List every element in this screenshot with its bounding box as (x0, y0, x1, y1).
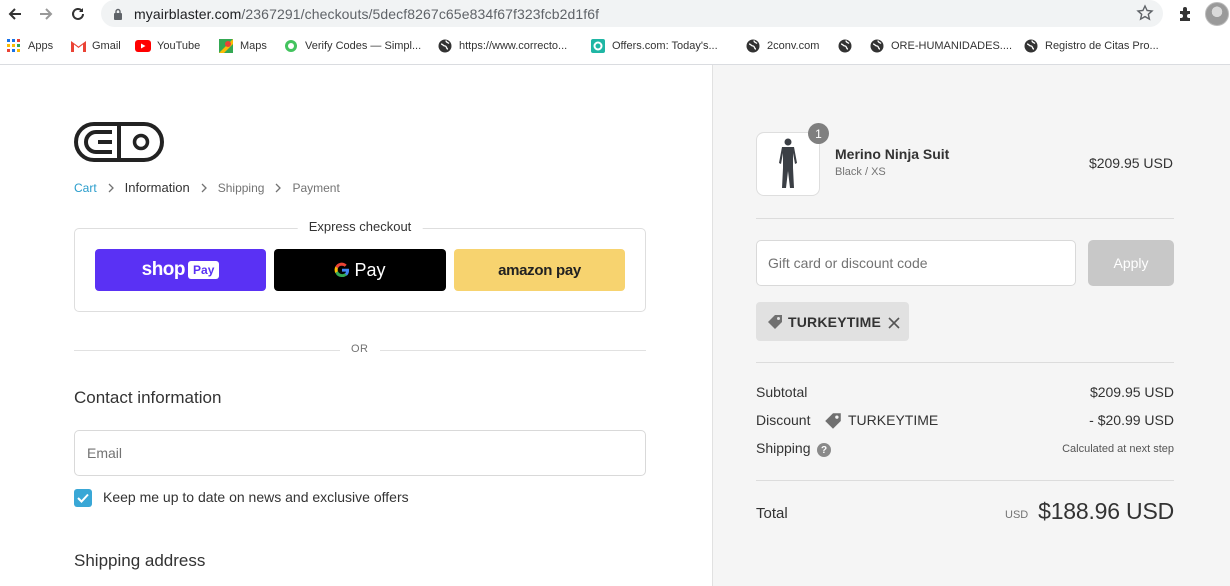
applied-discount-code: TURKEYTIME (788, 313, 881, 330)
shop-pay-logo-text: shop (141, 259, 186, 280)
globe-icon (1023, 38, 1039, 54)
globe-icon (745, 38, 761, 54)
discount-code-input[interactable] (756, 240, 1076, 286)
lock-icon[interactable] (113, 8, 123, 20)
bookmarks-bar: Apps Gmail YouTube Maps Verify Codes — S… (0, 32, 1230, 60)
chevron-right-icon (201, 183, 207, 193)
chevron-right-icon (275, 183, 282, 193)
bookmark-label: https://www.correcto... (459, 40, 568, 52)
bookmark-label: Verify Codes — Simpl... (305, 40, 422, 52)
bookmark-unnamed[interactable] (837, 37, 859, 55)
google-pay-label: Pay (354, 259, 386, 280)
total-currency: USD (1005, 509, 1029, 521)
subtotal-label: Subtotal (756, 384, 808, 400)
or-divider-text: OR (351, 343, 369, 355)
shop-pay-badge: Pay (188, 261, 220, 279)
or-divider-left (74, 350, 340, 351)
product-variant: Black / XS (835, 166, 886, 178)
url-text: myairblaster.com/2367291/checkouts/5decf… (134, 5, 600, 22)
shipping-label: Shipping (756, 440, 811, 456)
amazon-pay-button[interactable]: amazon pay (454, 249, 625, 291)
gmail-icon (70, 38, 86, 54)
email-field[interactable] (74, 430, 646, 476)
chevron-right-icon (108, 183, 114, 193)
amazon-pay-logo-text: amazon pay (498, 261, 581, 279)
shipping-value: Calculated at next step (1062, 443, 1174, 455)
bookmark-registro-citas[interactable]: Registro de Citas Pro... (1023, 37, 1159, 55)
discount-label: Discount (756, 412, 811, 428)
bookmark-correcto[interactable]: https://www.correcto... (437, 37, 567, 55)
shipping-help-icon[interactable]: ? (817, 443, 831, 457)
bookmark-label: Apps (28, 40, 54, 52)
breadcrumb: Cart Information Shipping Payment (74, 180, 340, 195)
profile-avatar[interactable] (1205, 2, 1229, 26)
shop-pay-button[interactable]: shop Pay (95, 249, 266, 291)
product-thumbnail (756, 132, 820, 196)
quantity-badge: 1 (808, 123, 829, 144)
marketing-checkbox-label[interactable]: Keep me up to date on news and exclusive… (103, 489, 409, 505)
express-checkout-title: Express checkout (297, 219, 423, 234)
bookmark-ore-humanidades[interactable]: ORE-HUMANIDADES.... (869, 37, 1012, 55)
bookmark-label: YouTube (157, 40, 201, 52)
product-price: $209.95 USD (1088, 155, 1173, 171)
breadcrumb-information: Information (124, 180, 190, 195)
offers-icon (590, 38, 606, 54)
summary-divider (756, 480, 1174, 481)
apply-discount-button[interactable]: Apply (1088, 240, 1174, 286)
discount-value: - $20.99 USD (1089, 412, 1174, 428)
total-amount: $188.96 USD (1038, 498, 1174, 524)
subtotal-value: $209.95 USD (1089, 384, 1174, 400)
bookmark-gmail[interactable]: Gmail (70, 37, 121, 55)
shipping-address-title: Shipping address (74, 551, 206, 570)
globe-icon (869, 38, 885, 54)
breadcrumb-cart[interactable]: Cart (74, 181, 97, 195)
bookmark-label: Maps (240, 40, 267, 52)
extensions-puzzle-icon[interactable] (1176, 4, 1196, 24)
google-pay-button[interactable]: Pay (274, 249, 446, 291)
apps-grid-icon (6, 38, 22, 54)
product-name: Merino Ninja Suit (835, 146, 950, 162)
bookmark-label: ORE-HUMANIDADES.... (891, 40, 1013, 52)
checkmark-icon (77, 493, 89, 503)
bookmark-verify-codes[interactable]: Verify Codes — Simpl... (283, 37, 421, 55)
bookmark-maps[interactable]: Maps (218, 37, 267, 55)
google-g-icon (334, 262, 350, 278)
discount-tag-icon (823, 411, 843, 431)
bookmark-label: Registro de Citas Pro... (1045, 40, 1159, 52)
applied-discount-chip: TURKEYTIME (756, 302, 909, 341)
forward-icon[interactable] (35, 3, 57, 25)
browser-toolbar: myairblaster.com/2367291/checkouts/5decf… (0, 0, 1230, 29)
discount-code-name: TURKEYTIME (848, 412, 939, 428)
breadcrumb-shipping: Shipping (217, 180, 265, 195)
summary-divider (756, 362, 1174, 363)
verify-codes-icon (283, 38, 299, 54)
marketing-checkbox[interactable] (74, 489, 92, 507)
youtube-icon (135, 38, 151, 54)
contact-information-title: Contact information (74, 388, 222, 407)
store-logo[interactable] (74, 122, 164, 162)
bookmark-offers[interactable]: Offers.com: Today's... (590, 37, 718, 55)
globe-icon (837, 38, 853, 54)
breadcrumb-payment: Payment (292, 180, 340, 195)
maps-icon (218, 38, 234, 54)
bookmark-label: Gmail (92, 40, 121, 52)
summary-divider (756, 218, 1174, 219)
bookmark-youtube[interactable]: YouTube (135, 37, 200, 55)
or-divider-right (380, 350, 646, 351)
bookmark-label: 2conv.com (767, 40, 820, 52)
discount-tag-icon (766, 313, 784, 331)
reload-icon[interactable] (67, 3, 89, 25)
bookmark-label: Offers.com: Today's... (612, 40, 718, 52)
bookmark-2conv[interactable]: 2conv.com (745, 37, 819, 55)
address-bar[interactable]: myairblaster.com/2367291/checkouts/5decf… (101, 0, 1163, 27)
globe-icon (437, 38, 453, 54)
total-label: Total (756, 505, 788, 522)
bookmark-apps[interactable]: Apps (6, 37, 53, 55)
remove-discount-icon[interactable] (888, 316, 900, 329)
wetsuit-image (779, 138, 797, 188)
bookmark-star-icon[interactable] (1136, 4, 1154, 22)
back-icon[interactable] (4, 3, 26, 25)
